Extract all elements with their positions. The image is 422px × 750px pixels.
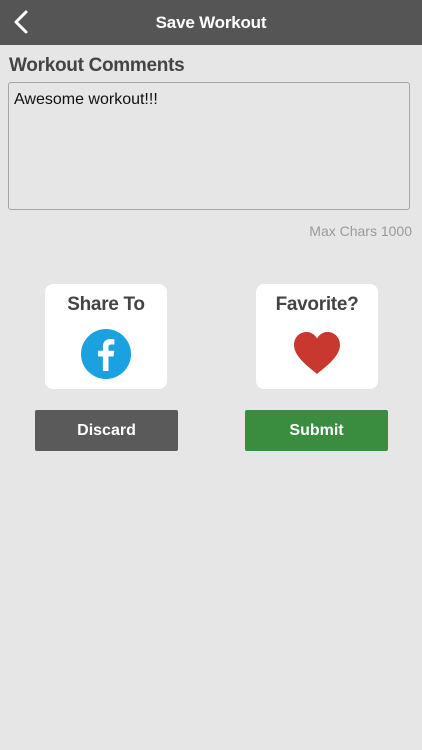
discard-button[interactable]: Discard	[35, 410, 178, 451]
facebook-icon[interactable]	[80, 328, 132, 380]
favorite-card[interactable]: Favorite?	[256, 284, 378, 389]
workout-comments-label: Workout Comments	[9, 55, 185, 76]
submit-button[interactable]: Submit	[245, 410, 388, 451]
save-workout-screen: Save Workout Workout Comments Awesome wo…	[0, 0, 422, 750]
favorite-label: Favorite?	[275, 294, 359, 315]
max-chars-hint: Max Chars 1000	[309, 223, 412, 239]
heart-icon[interactable]	[291, 328, 343, 380]
workout-comments-input[interactable]: Awesome workout!!!	[8, 82, 410, 210]
page-title: Save Workout	[155, 13, 267, 32]
share-to-label: Share To	[67, 294, 145, 315]
share-to-card[interactable]: Share To	[45, 284, 167, 389]
header-bar: Save Workout	[0, 0, 422, 45]
